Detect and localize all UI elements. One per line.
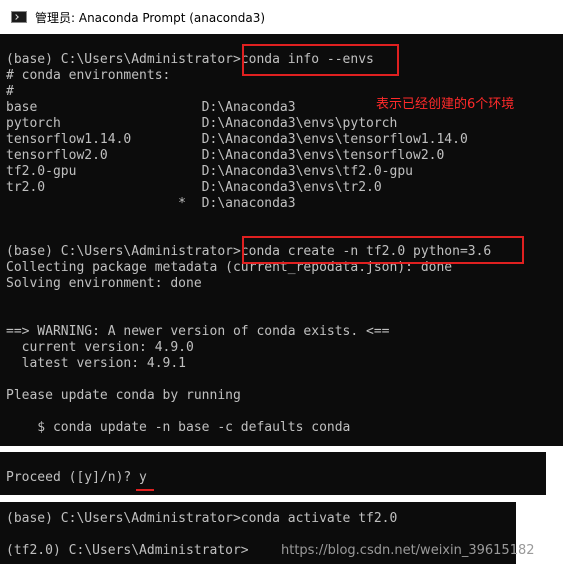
watermark: https://blog.csdn.net/weixin_39615182 bbox=[281, 543, 535, 558]
console-line: current version: 4.9.0 bbox=[6, 340, 194, 355]
console-line: ==> WARNING: A newer version of conda ex… bbox=[6, 324, 390, 339]
window-titlebar: 管理员: Anaconda Prompt (anaconda3) bbox=[0, 0, 563, 34]
console-line: (base) C:\Users\Administrator>conda acti… bbox=[6, 511, 398, 526]
answer-underline bbox=[136, 489, 154, 491]
console-line: tensorflow2.0 D:\Anaconda3\envs\tensorfl… bbox=[6, 148, 445, 163]
console-output-proceed: Proceed ([y]/n)? y bbox=[0, 452, 546, 495]
console-line: Proceed ([y]/n)? y bbox=[6, 470, 147, 485]
console-line: # conda environments: bbox=[6, 68, 171, 83]
window-title: 管理员: Anaconda Prompt (anaconda3) bbox=[35, 10, 266, 25]
highlight-box-info-envs bbox=[242, 44, 399, 76]
annotation-note: 表示已经创建的6个环境 bbox=[376, 97, 515, 112]
highlight-box-create-env bbox=[242, 236, 524, 264]
console-line: latest version: 4.9.1 bbox=[6, 356, 187, 371]
console-line: base D:\Anaconda3 bbox=[6, 100, 296, 115]
console-line: # bbox=[6, 84, 14, 99]
console-line: pytorch D:\Anaconda3\envs\pytorch bbox=[6, 116, 398, 131]
terminal-icon bbox=[11, 11, 27, 23]
console-line: tr2.0 D:\Anaconda3\envs\tr2.0 bbox=[6, 180, 382, 195]
console-line: Please update conda by running bbox=[6, 388, 241, 403]
console-line: tensorflow1.14.0 D:\Anaconda3\envs\tenso… bbox=[6, 132, 468, 147]
console-line: $ conda update -n base -c defaults conda bbox=[6, 420, 351, 435]
console-line: tf2.0-gpu D:\Anaconda3\envs\tf2.0-gpu bbox=[6, 164, 413, 179]
console-line: Solving environment: done bbox=[6, 276, 202, 291]
console-line: * D:\anaconda3 bbox=[6, 196, 296, 211]
console-line: (tf2.0) C:\Users\Administrator> bbox=[6, 543, 249, 558]
